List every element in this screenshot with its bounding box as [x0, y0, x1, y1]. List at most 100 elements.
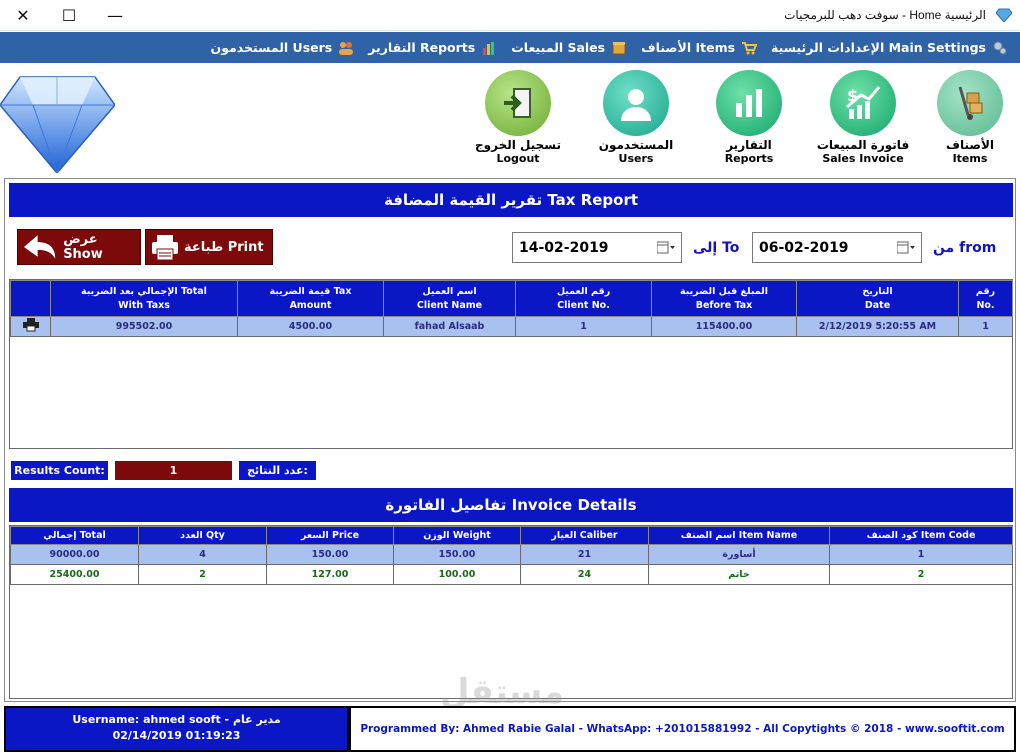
tax-report-table: الإجمالي بعد الضريبة Total With Taxs قيمة… — [10, 280, 1013, 337]
column-header-total[interactable]: إجمالي Total — [10, 526, 139, 545]
column-header-tax[interactable]: قيمة الضريبة Tax Amount — [237, 280, 384, 317]
cell-weight: 100.00 — [393, 564, 521, 585]
menu-label: المبيعات Sales — [511, 40, 606, 55]
show-button[interactable]: عرض Show — [17, 229, 141, 265]
cell-total: 25400.00 — [10, 564, 139, 585]
cell-item-name: أساورة — [648, 544, 830, 565]
header-en: Amount — [289, 299, 332, 311]
toolbar-label-ar: الأصناف — [946, 138, 994, 152]
invoice-details-title: تفاصيل الفاتورة Invoice Details — [9, 488, 1013, 522]
calendar-dropdown-icon[interactable] — [657, 241, 675, 255]
credits-text: Programmed By: Ahmed Rabie Galal - Whats… — [360, 723, 1005, 735]
header-ar: قيمة الضريبة Tax — [269, 285, 352, 297]
header-en: Client Name — [416, 299, 483, 311]
table-row[interactable]: 25400.00 2 127.00 100.00 24 خاتم 2 — [10, 564, 1013, 585]
cart-icon — [742, 41, 758, 54]
toolbar-sales-invoice[interactable]: $ فاتورة المبيعات Sales Invoice — [808, 70, 918, 165]
toolbar-label-ar: التقارير — [726, 138, 772, 152]
cell-weight: 150.00 — [393, 544, 521, 565]
header-en: Client No. — [557, 299, 610, 311]
window-title: الرئيسية Home - سوفت دهب للبرمجيات — [784, 8, 986, 22]
table-row[interactable]: 995502.00 4500.00 fahad Alsaab 1 115400.… — [10, 316, 1013, 337]
results-count-value: 1 — [115, 461, 232, 480]
back-arrow-icon — [23, 235, 56, 259]
calendar-dropdown-icon[interactable] — [897, 241, 915, 255]
toolbar-label-ar: تسجيل الخروج — [475, 138, 561, 152]
menu-reports[interactable]: التقارير Reports — [368, 40, 497, 56]
column-header-caliber[interactable]: العيار Caliber — [520, 526, 649, 545]
menu-users[interactable]: المستخدمون Users — [211, 40, 355, 56]
tax-report-title: تقرير القيمة المضافة Tax Report — [9, 183, 1013, 217]
title-bar: ✕ ☐ — الرئيسية Home - سوفت دهب للبرمجيات — [0, 0, 1020, 31]
print-button[interactable]: طباعة Print — [145, 229, 273, 265]
cell-client-no: 1 — [515, 316, 652, 337]
close-button[interactable]: ✕ — [0, 0, 46, 31]
cell-item-code: 2 — [829, 564, 1013, 585]
invoice-table: إجمالي Total العدد Qty السعر Price الوزن… — [10, 526, 1013, 585]
report-panel: تقرير القيمة المضافة Tax Report عرض Show… — [4, 178, 1016, 702]
header-ar: رقم العميل — [556, 285, 611, 297]
column-header-client-no[interactable]: رقم العميل Client No. — [515, 280, 652, 317]
column-header-no[interactable]: رقم No. — [958, 280, 1013, 317]
column-header-total[interactable]: الإجمالي بعد الضريبة Total With Taxs — [50, 280, 238, 317]
table-header-row: إجمالي Total العدد Qty السعر Price الوزن… — [10, 526, 1013, 545]
table-row[interactable]: 90000.00 4 150.00 150.00 21 أساورة 1 — [10, 544, 1013, 565]
toolbar-reports[interactable]: التقارير Reports — [694, 70, 804, 165]
diamond-logo — [0, 76, 115, 173]
username-line: Username: ahmed sooft - مدير عام — [72, 713, 281, 726]
to-label: إلى To — [693, 240, 740, 256]
gear-icon — [993, 41, 1007, 54]
cell-no: 1 — [958, 316, 1013, 337]
column-header-price[interactable]: السعر Price — [266, 526, 394, 545]
cell-item-code: 1 — [829, 544, 1013, 565]
toolbar-label-en: Reports — [724, 152, 774, 165]
printer-icon — [152, 235, 178, 261]
toolbar-items[interactable]: الأصناف Items — [915, 70, 1020, 165]
toolbar-label-ar: المستخدمون — [598, 138, 674, 152]
minimize-button[interactable]: — — [92, 0, 138, 31]
maximize-button[interactable]: ☐ — [46, 0, 92, 31]
cell-client-name: fahad Alsaab — [383, 316, 516, 337]
results-count-label-en: Results Count: — [11, 461, 108, 480]
menu-label: المستخدمون Users — [210, 40, 333, 55]
header-en: With Taxs — [118, 299, 170, 311]
column-header-item-name[interactable]: اسم الصنف Item Name — [648, 526, 830, 545]
hand-truck-icon — [937, 70, 1003, 136]
cell-total: 90000.00 — [10, 544, 139, 565]
user-status-panel: Username: ahmed sooft - مدير عام 02/14/2… — [4, 706, 349, 752]
toolbar-label-ar: فاتورة المبيعات — [816, 138, 910, 152]
menu-items[interactable]: الأصناف Items — [641, 40, 758, 56]
toolbar-logout[interactable]: تسجيل الخروج Logout — [463, 70, 573, 165]
column-header-client-name[interactable]: اسم العميل Client Name — [383, 280, 516, 317]
bar-chart-icon — [716, 70, 782, 136]
logout-icon — [485, 70, 551, 136]
cell-item-name: خاتم — [648, 564, 830, 585]
print-label: طباعة Print — [184, 239, 264, 255]
column-header-weight[interactable]: الوزن Weight — [393, 526, 521, 545]
tax-report-grid[interactable]: الإجمالي بعد الضريبة Total With Taxs قيمة… — [9, 279, 1013, 449]
chart-icon — [483, 41, 495, 55]
menu-sales[interactable]: المبيعات Sales — [511, 40, 627, 56]
to-date-value: 14-02-2019 — [519, 239, 609, 256]
column-header-date[interactable]: التاريخ Date — [796, 280, 959, 317]
cell-price: 150.00 — [266, 544, 394, 565]
menu-main-settings[interactable]: الإعدادات الرئيسية Main Settings — [771, 40, 1008, 56]
sales-growth-icon: $ — [830, 70, 896, 136]
cell-before-tax: 115400.00 — [651, 316, 797, 337]
toolbar-label-en: Items — [952, 152, 988, 165]
toolbar-users[interactable]: المستخدمون Users — [581, 70, 691, 165]
datetime-line: 02/14/2019 01:19:23 — [112, 729, 241, 742]
results-count-label-ar: عدد النتائج: — [239, 461, 316, 480]
to-date-picker[interactable]: 14-02-2019 — [512, 232, 682, 263]
cell-caliber: 24 — [520, 564, 649, 585]
diamond-app-icon — [996, 8, 1012, 22]
column-header-qty[interactable]: العدد Qty — [138, 526, 267, 545]
column-header-before-tax[interactable]: المبلغ قبل الضريبة Before Tax — [651, 280, 797, 317]
header-ar: رقم — [975, 285, 996, 297]
menu-label: التقارير Reports — [368, 40, 476, 55]
credits-panel: Programmed By: Ahmed Rabie Galal - Whats… — [349, 706, 1016, 752]
from-date-picker[interactable]: 06-02-2019 — [752, 232, 922, 263]
header-ar: اسم العميل — [422, 285, 477, 297]
column-header-item-code[interactable]: كود الصنف Item Code — [829, 526, 1013, 545]
row-print-button[interactable] — [10, 316, 51, 337]
